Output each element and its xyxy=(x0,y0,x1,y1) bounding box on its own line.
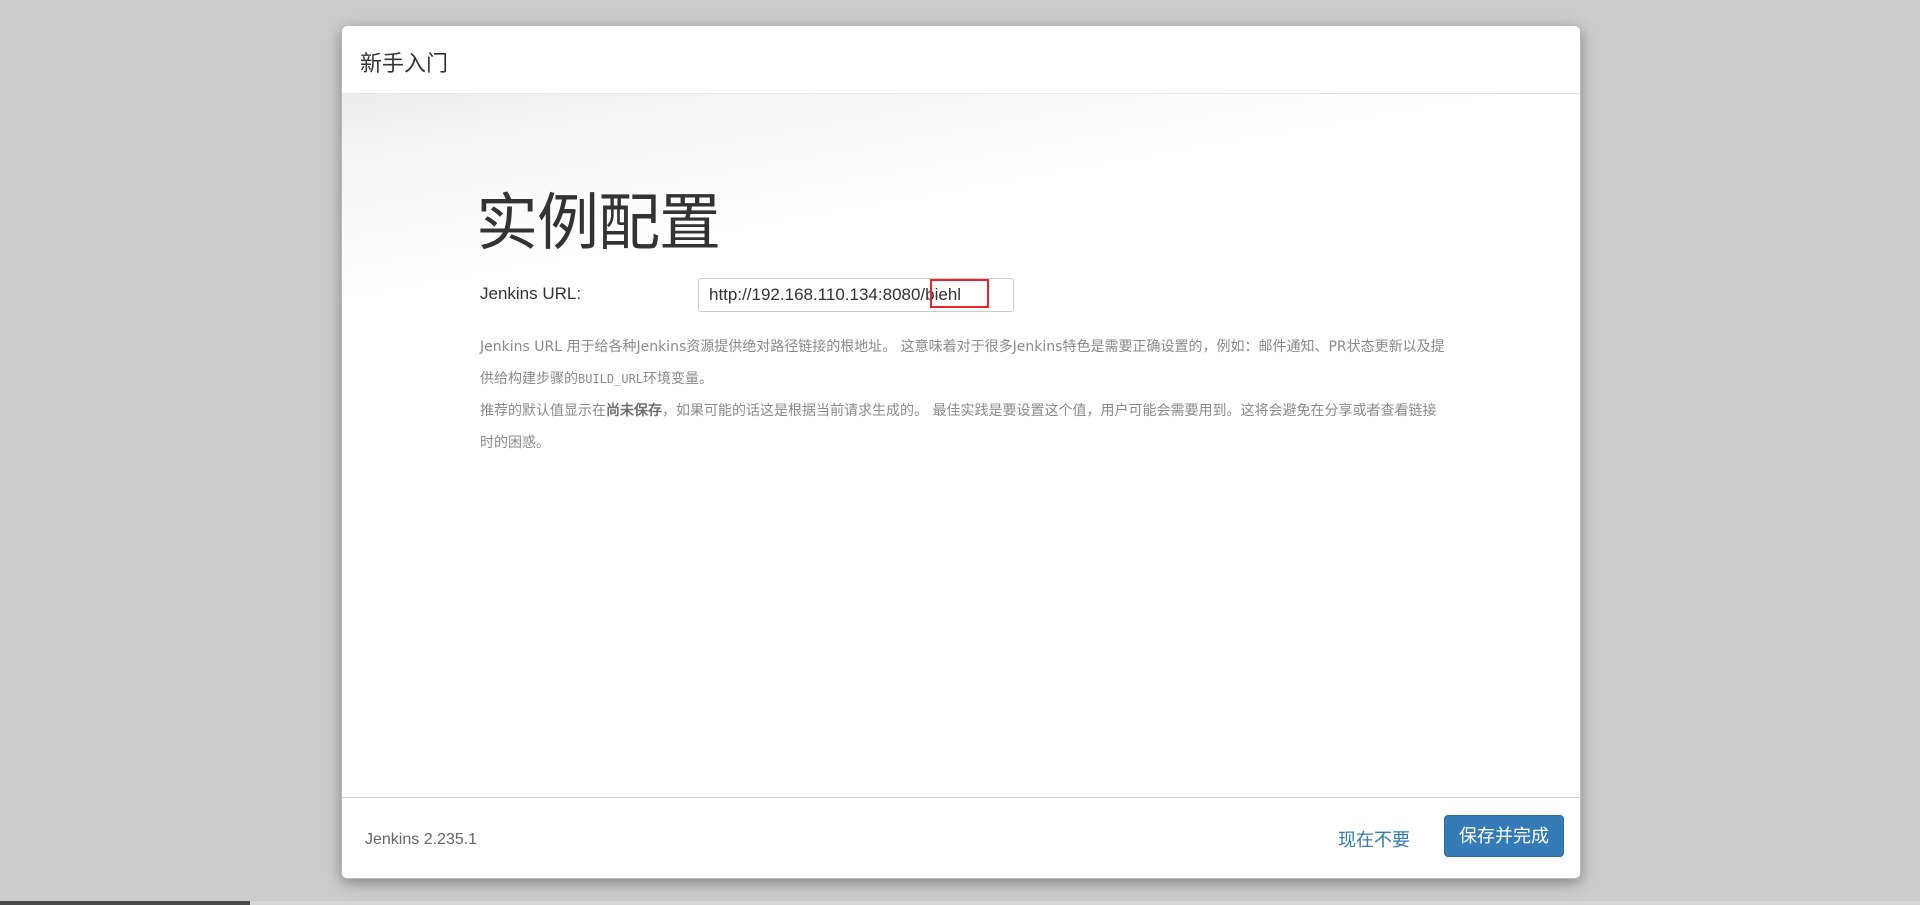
dialog-footer: Jenkins 2.235.1 现在不要 保存并完成 xyxy=(342,797,1580,878)
page-heading: 实例配置 xyxy=(476,186,721,259)
jenkins-url-input[interactable] xyxy=(698,278,1014,312)
help-paragraph-1: Jenkins URL 用于给各种Jenkins资源提供绝对路径链接的根地址。 … xyxy=(480,331,1445,395)
save-and-finish-button[interactable]: 保存并完成 xyxy=(1444,815,1564,857)
dialog-header: 新手入门 xyxy=(342,26,1580,94)
build-url-code: BUILD_URL xyxy=(578,372,644,386)
dialog-title: 新手入门 xyxy=(360,52,449,77)
not-now-link[interactable]: 现在不要 xyxy=(1338,826,1410,852)
help-text: Jenkins URL 用于给各种Jenkins资源提供绝对路径链接的根地址。 … xyxy=(480,331,1445,459)
help-text-2a: 推荐的默认值显示在 xyxy=(480,403,606,419)
jenkins-version: Jenkins 2.235.1 xyxy=(365,831,478,848)
help-paragraph-2: 推荐的默认值显示在尚未保存，如果可能的话这是根据当前请求生成的。 最佳实践是要设… xyxy=(480,395,1445,459)
dialog-body: 实例配置 Jenkins URL: Jenkins URL 用于给各种Jenki… xyxy=(342,94,1580,824)
taskbar-segment xyxy=(0,901,250,905)
jenkins-url-label: Jenkins URL: xyxy=(480,284,582,303)
not-saved-emphasis: 尚未保存 xyxy=(606,403,662,419)
taskbar-strip xyxy=(0,901,1920,905)
help-text-1b: 环境变量。 xyxy=(643,371,714,387)
setup-wizard-dialog: 新手入门 实例配置 Jenkins URL: Jenkins URL 用于给各种… xyxy=(341,25,1581,879)
